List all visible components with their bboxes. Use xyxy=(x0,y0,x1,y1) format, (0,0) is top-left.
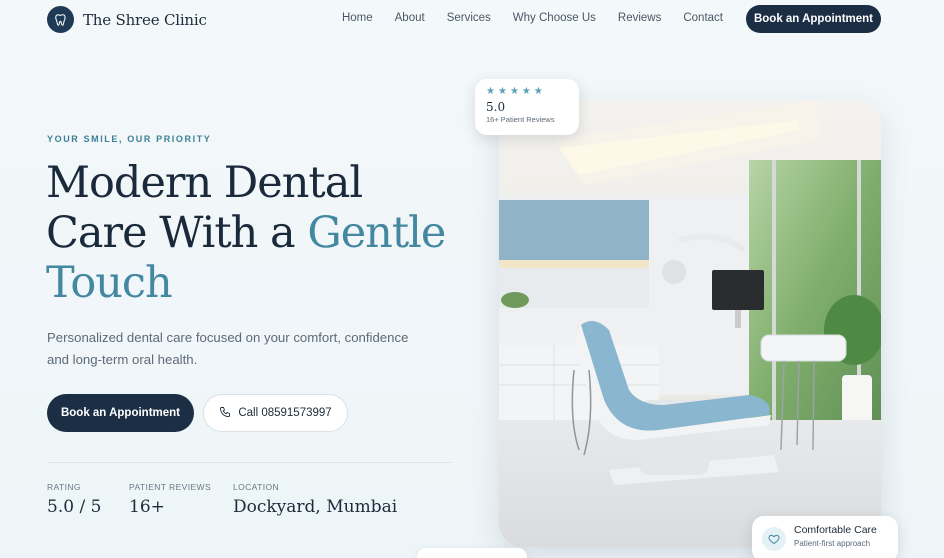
nav-link-home[interactable]: Home xyxy=(331,12,384,24)
star-icon: ★ xyxy=(509,86,519,97)
nav-link-services[interactable]: Services xyxy=(436,12,502,24)
stat-value: 16+ xyxy=(129,497,165,517)
stat-label: LOCATION xyxy=(233,482,280,492)
rating-card: ★ ★ ★ ★ ★ 5.0 16+ Patient Reviews xyxy=(475,79,579,135)
nav-link-contact[interactable]: Contact xyxy=(672,12,734,24)
stat-label: RATING xyxy=(47,482,81,492)
nav-link-why-choose-us[interactable]: Why Choose Us xyxy=(502,12,607,24)
rating-score: 5.0 xyxy=(486,100,506,114)
stat-rating: RATING 5.0 / 5 xyxy=(47,482,101,517)
hero-call-button[interactable]: Call 08591573997 xyxy=(203,394,348,432)
hero-subtext: Personalized dental care focused on your… xyxy=(47,330,409,367)
stat-value: 5.0 / 5 xyxy=(47,497,102,517)
nav-link-about[interactable]: About xyxy=(384,12,436,24)
comfort-title: Comfortable Care xyxy=(794,524,877,536)
rating-stars: ★ ★ ★ ★ ★ xyxy=(486,87,568,97)
stats-divider xyxy=(47,462,451,463)
headline-line-2a: Care With a xyxy=(46,208,308,258)
nav-links: Home About Services Why Choose Us Review… xyxy=(331,12,734,24)
heart-icon xyxy=(762,527,786,551)
star-icon: ★ xyxy=(497,86,507,97)
nav-link-reviews[interactable]: Reviews xyxy=(607,12,672,24)
comfort-card: Comfortable Care Patient-first approach xyxy=(752,516,898,558)
tooth-icon xyxy=(47,6,74,33)
brand-name: The Shree Clinic xyxy=(83,10,207,29)
top-nav: The Shree Clinic Home About Services Why… xyxy=(0,0,944,40)
star-icon: ★ xyxy=(533,86,543,97)
headline-line-1: Modern Dental xyxy=(46,158,363,208)
comfort-subtitle: Patient-first approach xyxy=(794,539,871,548)
stat-value: Dockyard, Mumbai xyxy=(233,497,398,517)
stat-location: LOCATION Dockyard, Mumbai xyxy=(233,482,397,517)
rating-subtitle: 16+ Patient Reviews xyxy=(486,115,555,124)
phone-icon xyxy=(219,406,231,421)
hero-headline: Modern Dental Care With a Gentle Touch xyxy=(46,158,466,308)
star-icon: ★ xyxy=(486,86,495,97)
stat-patient-reviews: PATIENT REVIEWS 16+ xyxy=(129,482,211,517)
bottom-chip xyxy=(417,548,527,558)
headline-line-3: Touch xyxy=(46,258,173,308)
headline-accent-word: Gentle xyxy=(307,208,446,258)
hero-book-appointment-button[interactable]: Book an Appointment xyxy=(47,394,194,432)
brand[interactable]: The Shree Clinic xyxy=(47,6,207,33)
nav-book-appointment-button[interactable]: Book an Appointment xyxy=(746,5,881,33)
star-icon: ★ xyxy=(521,86,531,97)
stat-label: PATIENT REVIEWS xyxy=(129,482,212,492)
clinic-photo xyxy=(499,100,881,547)
hero-eyebrow: YOUR SMILE, OUR PRIORITY xyxy=(47,134,212,144)
call-button-label: Call 08591573997 xyxy=(238,407,332,419)
